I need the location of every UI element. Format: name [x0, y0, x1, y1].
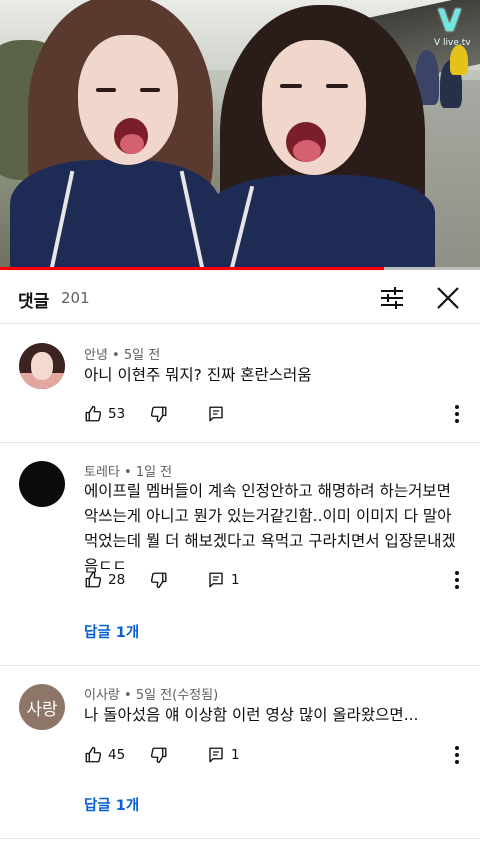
reply-count: 1	[231, 747, 240, 763]
person-tongue	[293, 140, 321, 162]
comment-item: 안녕 • 5일 전 아니 이현주 뭐지? 진짜 혼란스러움 53	[0, 325, 480, 443]
video-player[interactable]: V V live.tv	[0, 0, 480, 270]
thumb-up-icon	[85, 571, 102, 588]
video-person-right	[200, 0, 440, 270]
reply-icon	[209, 406, 223, 422]
comment-actions: 45 1	[84, 743, 474, 767]
person-eye	[140, 88, 160, 92]
like-button[interactable]: 45	[84, 743, 125, 767]
more-options-icon[interactable]	[452, 403, 462, 425]
reply-button[interactable]: 1	[207, 743, 240, 767]
more-options-icon[interactable]	[452, 569, 462, 591]
comment-meta: 이사랑 • 5일 전(수정됨)	[84, 688, 219, 703]
reply-icon	[209, 747, 223, 763]
close-icon[interactable]	[433, 283, 463, 313]
person-jacket	[205, 175, 435, 270]
avatar-face	[31, 352, 53, 380]
thumb-down-icon	[150, 572, 167, 589]
person-tongue	[120, 134, 144, 154]
thumb-down-icon	[150, 747, 167, 764]
thumb-up-icon	[85, 405, 102, 422]
like-count: 28	[108, 572, 126, 588]
avatar[interactable]	[19, 461, 65, 507]
thumb-up-icon	[85, 746, 102, 763]
like-count: 45	[108, 747, 126, 763]
like-count: 53	[108, 406, 126, 422]
reply-button[interactable]	[207, 402, 225, 426]
comments-header: 댓글 201	[0, 270, 480, 324]
comment-meta: 토레타 • 1일 전	[84, 465, 173, 480]
sort-filter-icon[interactable]	[378, 284, 406, 312]
reply-button[interactable]: 1	[207, 568, 240, 592]
comment-actions: 53	[84, 402, 474, 426]
thumb-down-icon	[150, 406, 167, 423]
comment-text: 나 돌아섰음 얘 이상함 이런 영상 많이 올라왔으면...	[84, 706, 419, 724]
dislike-button[interactable]	[150, 743, 168, 767]
dislike-button[interactable]	[150, 568, 168, 592]
comment-item: 토레타 • 1일 전 에이프릴 멤버들이 계속 인정안하고 해명하려 하는거보면…	[0, 443, 480, 666]
person-eye	[326, 84, 348, 88]
like-button[interactable]: 53	[84, 402, 125, 426]
view-replies-link[interactable]: 답글 1개	[84, 621, 139, 642]
vlive-domain: V live.tv	[434, 38, 471, 48]
comment-item: 사랑 이사랑 • 5일 전(수정됨) 나 돌아섰음 얘 이상함 이런 영상 많이…	[0, 666, 480, 839]
comment-text: 아니 이현주 뭐지? 진짜 혼란스러움	[84, 366, 312, 384]
comments-title: 댓글	[18, 292, 50, 312]
avatar[interactable]: 사랑	[19, 684, 65, 730]
dislike-button[interactable]	[150, 402, 168, 426]
vlive-watermark: V V live.tv	[434, 4, 474, 50]
video-person-left	[0, 0, 230, 270]
reply-count: 1	[231, 572, 240, 588]
view-replies-link[interactable]: 답글 1개	[84, 794, 139, 815]
avatar[interactable]	[19, 343, 65, 389]
person-eye	[96, 88, 116, 92]
comments-count: 201	[61, 289, 90, 307]
like-button[interactable]: 28	[84, 568, 125, 592]
more-options-icon[interactable]	[452, 744, 462, 766]
vlive-logo-icon: V	[438, 4, 462, 39]
comment-text: 에이프릴 멤버들이 계속 인정안하고 해명하려 하는거보면 악쓰는게 아니고 뭔…	[84, 482, 456, 575]
comment-meta: 안녕 • 5일 전	[84, 348, 161, 363]
person-eye	[280, 84, 302, 88]
comment-actions: 28 1	[84, 568, 474, 592]
reply-icon	[209, 572, 223, 588]
